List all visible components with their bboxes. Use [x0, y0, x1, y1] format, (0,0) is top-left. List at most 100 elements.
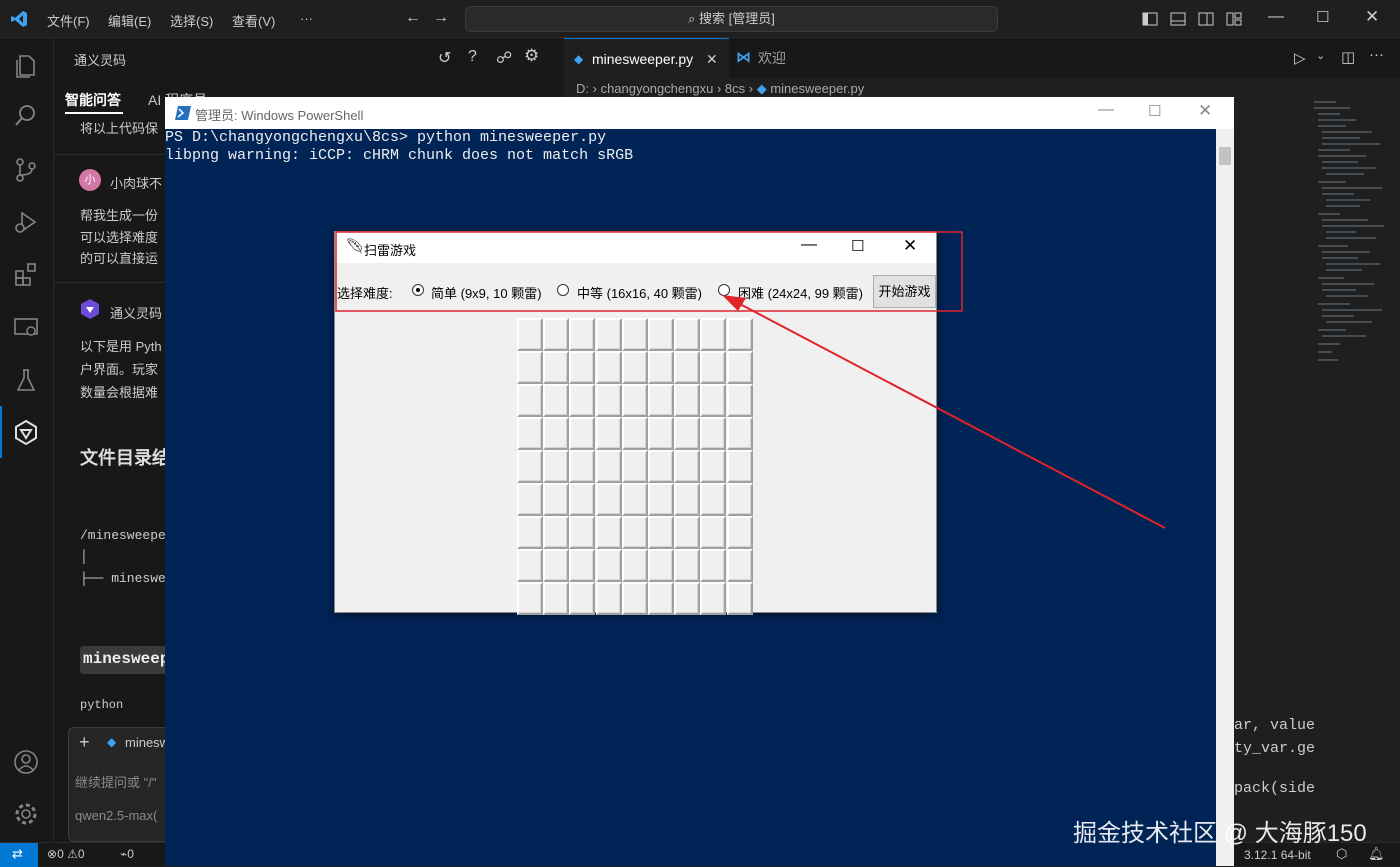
breadcrumb-item[interactable]: changyongchengxu — [601, 81, 714, 96]
start-game-button[interactable]: 开始游戏 — [873, 275, 936, 308]
tab-minesweeper[interactable]: ◆ minesweeper.py ✕ — [564, 38, 729, 78]
mine-cell[interactable] — [726, 417, 753, 450]
mine-cell[interactable] — [595, 582, 622, 615]
breadcrumb-item[interactable]: minesweeper.py — [770, 81, 864, 96]
ports-status[interactable]: ⌁0 — [120, 847, 134, 861]
scrollbar-thumb[interactable] — [1219, 147, 1231, 165]
radio-medium[interactable] — [557, 284, 569, 296]
tongyi-lingma-icon[interactable] — [12, 418, 40, 446]
maximize-icon[interactable]: ☐ — [1148, 102, 1161, 120]
menu-more[interactable]: ··· — [300, 11, 313, 26]
mine-cell[interactable] — [543, 384, 570, 417]
mine-cell[interactable] — [621, 582, 648, 615]
tongyi-status-icon[interactable]: ⬡ — [1336, 846, 1347, 862]
mine-cell[interactable] — [674, 318, 701, 351]
mine-cell[interactable] — [648, 483, 674, 516]
mine-cell[interactable] — [726, 450, 753, 483]
mine-cell[interactable] — [700, 417, 727, 450]
toggle-sidebar-icon[interactable] — [1141, 10, 1159, 28]
mine-cell[interactable] — [621, 384, 648, 417]
source-control-icon[interactable] — [12, 156, 40, 184]
mine-cell[interactable] — [674, 483, 701, 516]
mine-cell[interactable] — [700, 450, 727, 483]
mine-cell[interactable] — [674, 516, 701, 549]
mine-cell[interactable] — [543, 516, 570, 549]
mine-cell[interactable] — [726, 483, 753, 516]
mine-cell[interactable] — [569, 450, 596, 483]
help-icon[interactable]: ? — [468, 48, 477, 66]
mine-cell[interactable] — [621, 351, 648, 384]
maximize-icon[interactable]: ☐ — [851, 237, 864, 255]
mine-cell[interactable] — [674, 351, 701, 384]
gear-icon[interactable]: ⚙ — [524, 46, 539, 66]
context-file-tag[interactable]: minesw — [125, 735, 169, 750]
mine-cell[interactable] — [595, 450, 622, 483]
mine-cell[interactable] — [543, 351, 570, 384]
mine-cell[interactable] — [595, 483, 622, 516]
mine-cell[interactable] — [648, 351, 674, 384]
powershell-scrollbar[interactable] — [1216, 129, 1234, 866]
mine-cell[interactable] — [543, 483, 570, 516]
mine-cell[interactable] — [648, 549, 674, 582]
bell-icon[interactable]: 🔔︎ — [1368, 846, 1385, 862]
mine-cell[interactable] — [700, 318, 727, 351]
mine-cell[interactable] — [517, 417, 543, 450]
mine-cell[interactable] — [595, 549, 622, 582]
mine-cell[interactable] — [726, 384, 753, 417]
menu-edit[interactable]: 编辑(E) — [108, 11, 151, 30]
maximize-icon[interactable]: ☐ — [1316, 8, 1329, 26]
menu-file[interactable]: 文件(F) — [47, 11, 90, 30]
command-center-search[interactable]: ⌕ 搜索 [管理员] — [465, 6, 998, 32]
close-tab-icon[interactable]: ✕ — [706, 39, 718, 79]
option-medium-label[interactable]: 中等 (16x16, 40 颗雷) — [577, 283, 702, 302]
mine-cell[interactable] — [674, 582, 701, 615]
mine-cell[interactable] — [569, 384, 596, 417]
mine-cell[interactable] — [543, 450, 570, 483]
breadcrumb-item[interactable]: 8cs — [725, 81, 745, 96]
mine-cell[interactable] — [595, 516, 622, 549]
mine-cell[interactable] — [595, 384, 622, 417]
extensions-icon[interactable] — [12, 260, 40, 288]
mine-cell[interactable] — [517, 483, 543, 516]
mine-cell[interactable] — [700, 384, 727, 417]
mine-cell[interactable] — [517, 516, 543, 549]
mine-cell[interactable] — [648, 450, 674, 483]
mine-cell[interactable] — [621, 450, 648, 483]
mine-cell[interactable] — [700, 582, 727, 615]
mine-cell[interactable] — [674, 384, 701, 417]
mine-cell[interactable] — [543, 318, 570, 351]
mine-cell[interactable] — [726, 549, 753, 582]
mine-cell[interactable] — [569, 417, 596, 450]
mine-cell[interactable] — [621, 417, 648, 450]
mine-cell[interactable] — [569, 516, 596, 549]
radio-hard[interactable] — [718, 284, 730, 296]
mine-cell[interactable] — [700, 516, 727, 549]
problems-status[interactable]: ⊗0 ⚠0 — [47, 847, 85, 861]
mine-cell[interactable] — [517, 351, 543, 384]
mine-cell[interactable] — [726, 351, 753, 384]
explorer-icon[interactable] — [12, 52, 40, 80]
mine-cell[interactable] — [543, 417, 570, 450]
mine-cell[interactable] — [595, 318, 622, 351]
mine-cell[interactable] — [621, 549, 648, 582]
split-editor-icon[interactable]: ◫ — [1341, 48, 1355, 66]
mine-cell[interactable] — [569, 318, 596, 351]
mine-cell[interactable] — [569, 582, 596, 615]
run-python-icon[interactable]: ▷ — [1294, 49, 1306, 67]
breadcrumb-item[interactable]: D: — [576, 81, 589, 96]
customize-layout-icon[interactable] — [1225, 10, 1243, 28]
remote-explorer-icon[interactable] — [12, 314, 40, 342]
mine-cell[interactable] — [648, 318, 674, 351]
more-actions-icon[interactable]: ··· — [1369, 46, 1384, 63]
back-arrow-icon[interactable]: ← — [405, 9, 421, 27]
close-icon[interactable]: ✕ — [1198, 101, 1212, 121]
testing-icon[interactable] — [12, 366, 40, 394]
mine-cell[interactable] — [648, 516, 674, 549]
mine-cell[interactable] — [517, 582, 543, 615]
mine-cell[interactable] — [621, 516, 648, 549]
python-version[interactable]: 3.12.1 64-bit — [1244, 848, 1311, 862]
mine-cell[interactable] — [648, 582, 674, 615]
mine-cell[interactable] — [726, 582, 753, 615]
close-icon[interactable]: ✕ — [903, 236, 917, 256]
mine-cell[interactable] — [543, 582, 570, 615]
